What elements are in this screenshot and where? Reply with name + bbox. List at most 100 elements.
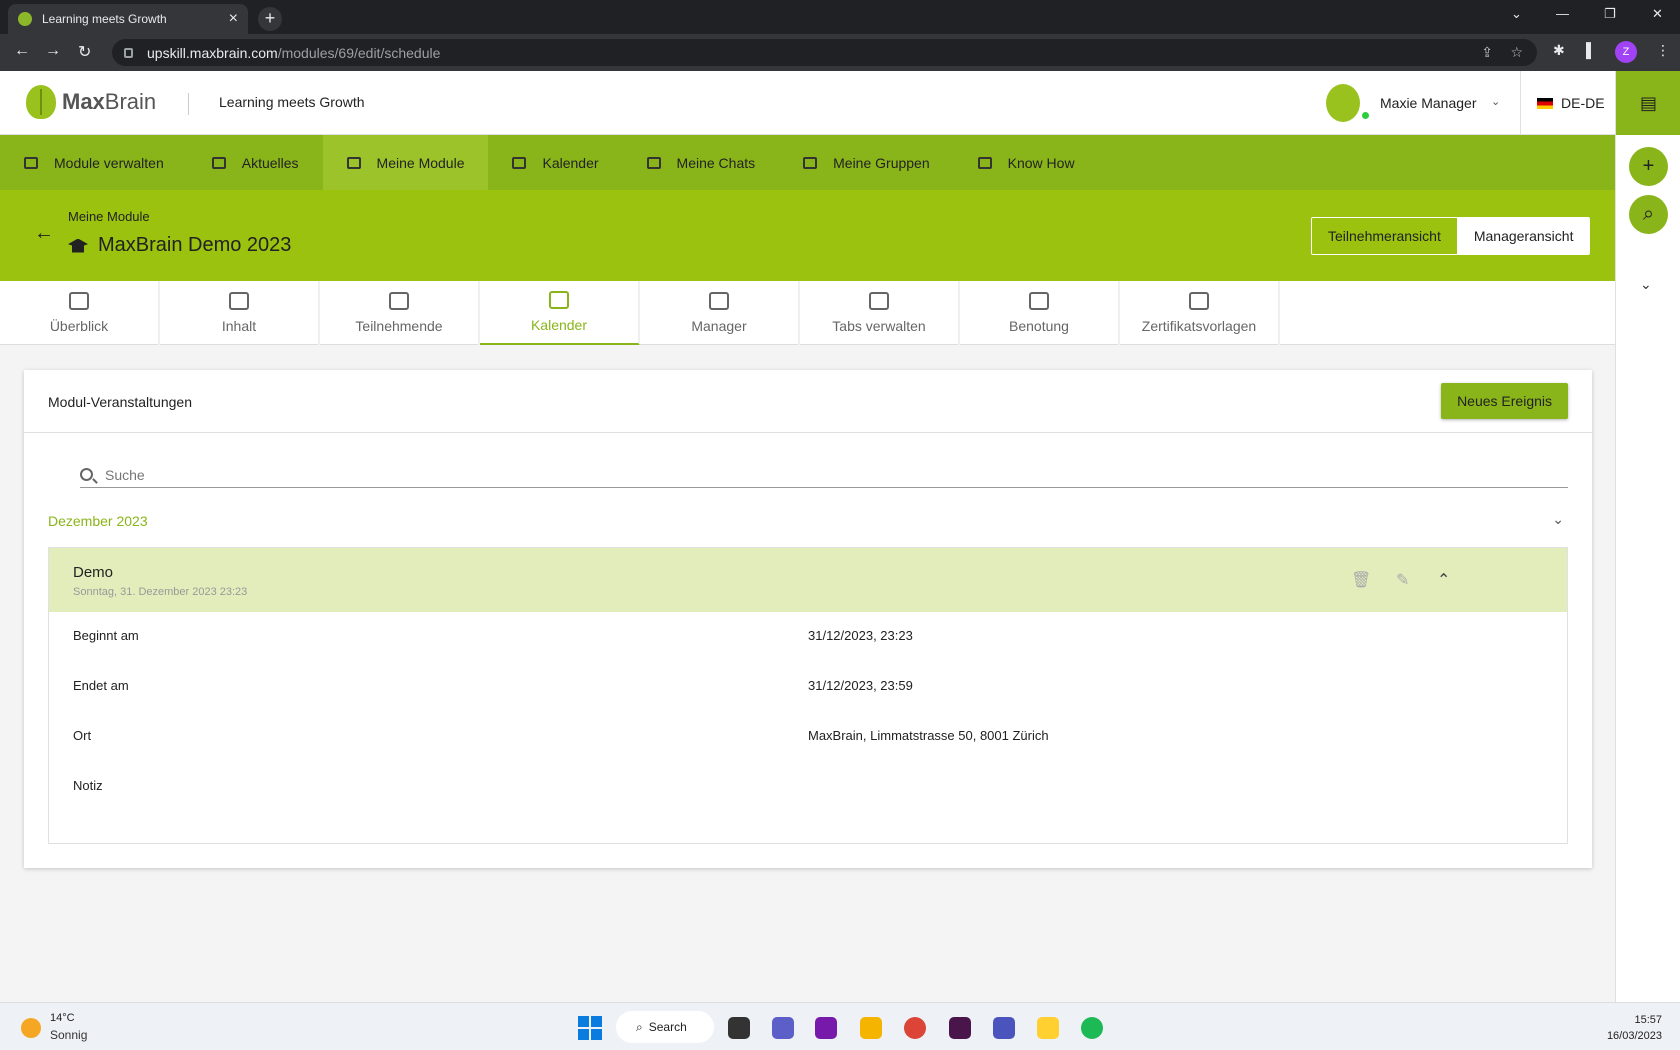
nav-kalender[interactable]: Kalender — [488, 135, 622, 190]
app-header: MaxBrain Learning meets Growth Maxie Man… — [0, 71, 1615, 135]
event-header[interactable]: Demo Sonntag, 31. Dezember 2023 23:23 🗑 … — [49, 548, 1567, 612]
tab-tabs-verwalten[interactable]: Tabs verwalten — [800, 281, 960, 345]
detail-label: Notiz — [73, 778, 103, 793]
search-field[interactable] — [80, 462, 1568, 488]
book-icon — [977, 156, 992, 169]
add-button[interactable]: + — [1629, 147, 1668, 186]
nav-meine-chats[interactable]: Meine Chats — [623, 135, 780, 190]
extensions-icon[interactable]: ✱ — [1553, 42, 1565, 59]
slack-icon[interactable] — [949, 1017, 971, 1039]
taskbar-search[interactable]: ⌕ Search — [616, 1011, 714, 1043]
lock-icon — [124, 47, 133, 58]
nav-know-how[interactable]: Know How — [954, 135, 1099, 190]
browser-tab[interactable]: Learning meets Growth × — [8, 4, 248, 34]
back-arrow-icon[interactable]: ← — [34, 222, 54, 245]
address-bar[interactable]: upskill.maxbrain.com/modules/69/edit/sch… — [112, 39, 1537, 66]
dashboard-icon — [69, 292, 89, 310]
file-explorer-icon[interactable] — [860, 1017, 882, 1039]
nav-meine-module[interactable]: Meine Module — [322, 135, 489, 190]
browser-menu-icon[interactable]: ⋮ — [1656, 42, 1670, 59]
rail-expand-chevron-icon[interactable]: ⌄ — [1640, 276, 1652, 293]
system-clock[interactable]: 15:57 16/03/2023 — [1607, 1012, 1662, 1044]
nav-aktuelles[interactable]: Aktuelles — [188, 135, 323, 190]
view-toggle: Teilnehmeransicht Manageransicht — [1311, 217, 1591, 255]
schedule-card: Modul-Veranstaltungen Neues Ereignis Dez… — [24, 370, 1592, 868]
teams-chat-icon[interactable] — [772, 1017, 794, 1039]
language-selector[interactable]: DE-DE — [1561, 95, 1605, 111]
tab-label: Manager — [691, 318, 747, 334]
tab-zertifikatsvorlagen[interactable]: Zertifikatsvorlagen — [1120, 281, 1280, 345]
slogan: Learning meets Growth — [219, 94, 365, 110]
tab-inhalt[interactable]: Inhalt — [160, 281, 320, 345]
search-icon: ⌕ — [636, 1019, 643, 1034]
sun-weather-icon[interactable] — [21, 1018, 41, 1038]
minimize-icon[interactable]: — — [1556, 6, 1569, 21]
side-panel-icon[interactable]: ▌ — [1586, 42, 1596, 58]
grade-icon — [1029, 292, 1049, 310]
onenote-icon[interactable] — [815, 1017, 837, 1039]
windows-start-icon[interactable] — [578, 1016, 602, 1040]
nav-meine-gruppen[interactable]: Meine Gruppen — [779, 135, 954, 190]
new-event-button[interactable]: Neues Ereignis — [1441, 383, 1568, 419]
nav-module-verwalten[interactable]: Module verwalten — [0, 135, 188, 190]
share-icon[interactable]: ⇪ — [1481, 44, 1493, 61]
tab-search-icon[interactable]: ⌄ — [1511, 6, 1522, 22]
tab-manager[interactable]: Manager — [640, 281, 800, 345]
module-tabs: Überblick Inhalt Teilnehmende Kalender M… — [0, 281, 1615, 345]
right-rail: ▤ + ⌕ ⌄ — [1615, 71, 1680, 1002]
search-input[interactable] — [105, 466, 1568, 483]
nav-label: Know How — [1007, 154, 1075, 171]
user-avatar[interactable] — [1326, 84, 1360, 122]
tab-ueberblick[interactable]: Überblick — [0, 281, 160, 345]
calendar-icon — [512, 156, 527, 169]
new-tab-button[interactable]: + — [258, 7, 282, 31]
graduation-cap-icon — [346, 156, 361, 169]
miro-icon[interactable] — [1037, 1017, 1059, 1039]
tab-label: Benotung — [1009, 318, 1069, 334]
bookmark-star-icon[interactable]: ☆ — [1510, 44, 1523, 61]
chevron-down-icon[interactable]: ⌄ — [1552, 511, 1564, 528]
module-manage-icon — [24, 156, 38, 169]
certificate-icon — [1189, 292, 1209, 310]
close-tab-icon[interactable]: × — [229, 10, 238, 28]
close-window-icon[interactable]: ✕ — [1652, 6, 1663, 22]
nav-label: Meine Gruppen — [833, 154, 930, 171]
forward-icon[interactable]: → — [45, 42, 61, 60]
chat-icon: ▤ — [1639, 92, 1657, 113]
tab-teilnehmende[interactable]: Teilnehmende — [320, 281, 480, 345]
teams-icon[interactable] — [993, 1017, 1015, 1039]
edit-pencil-icon[interactable]: ✎ — [1396, 570, 1409, 590]
chrome-icon[interactable] — [904, 1017, 926, 1039]
global-search-button[interactable]: ⌕ — [1629, 195, 1668, 234]
task-view-icon[interactable] — [728, 1017, 750, 1039]
manager-view-button[interactable]: Manageransicht — [1457, 218, 1590, 254]
chat-panel-button[interactable]: ▤ — [1616, 71, 1680, 135]
delete-icon[interactable]: 🗑 — [1351, 570, 1371, 590]
tab-benotung[interactable]: Benotung — [960, 281, 1120, 345]
participant-view-button[interactable]: Teilnehmeransicht — [1312, 218, 1458, 254]
tab-kalender[interactable]: Kalender — [480, 281, 640, 345]
user-name[interactable]: Maxie Manager — [1380, 95, 1477, 111]
graduation-cap-icon — [68, 238, 88, 253]
url-path: /modules/69/edit/schedule — [277, 44, 441, 61]
profile-avatar[interactable]: Z — [1615, 41, 1637, 63]
brain-logo-icon — [26, 85, 56, 119]
month-header[interactable]: Dezember 2023 — [48, 513, 148, 529]
breadcrumb[interactable]: Meine Module — [68, 209, 150, 224]
back-icon[interactable]: ← — [14, 42, 30, 60]
spotify-icon[interactable] — [1081, 1017, 1103, 1039]
chevron-up-icon[interactable]: ⌃ — [1437, 570, 1450, 590]
url-host: upskill.maxbrain.com — [147, 44, 278, 61]
detail-value: 31/12/2023, 23:23 — [808, 628, 913, 643]
maxbrain-logo[interactable]: MaxBrain — [26, 85, 156, 119]
nav-label: Aktuelles — [241, 154, 299, 171]
taskbar: 14°C Sonnig ⌕ Search 15:57 16/03/2023 — [0, 1002, 1680, 1050]
restore-icon[interactable]: ❐ — [1604, 6, 1616, 22]
browser-tab-title: Learning meets Growth — [42, 12, 167, 26]
event-title: Demo — [73, 564, 114, 581]
browser-tab-strip: Learning meets Growth × + ⌄ — ❐ ✕ — [0, 0, 1680, 34]
tabs-icon — [869, 292, 889, 310]
reload-icon[interactable]: ↻ — [78, 42, 91, 62]
chevron-down-icon[interactable]: ⌄ — [1491, 95, 1500, 108]
online-status-dot — [1361, 111, 1370, 120]
